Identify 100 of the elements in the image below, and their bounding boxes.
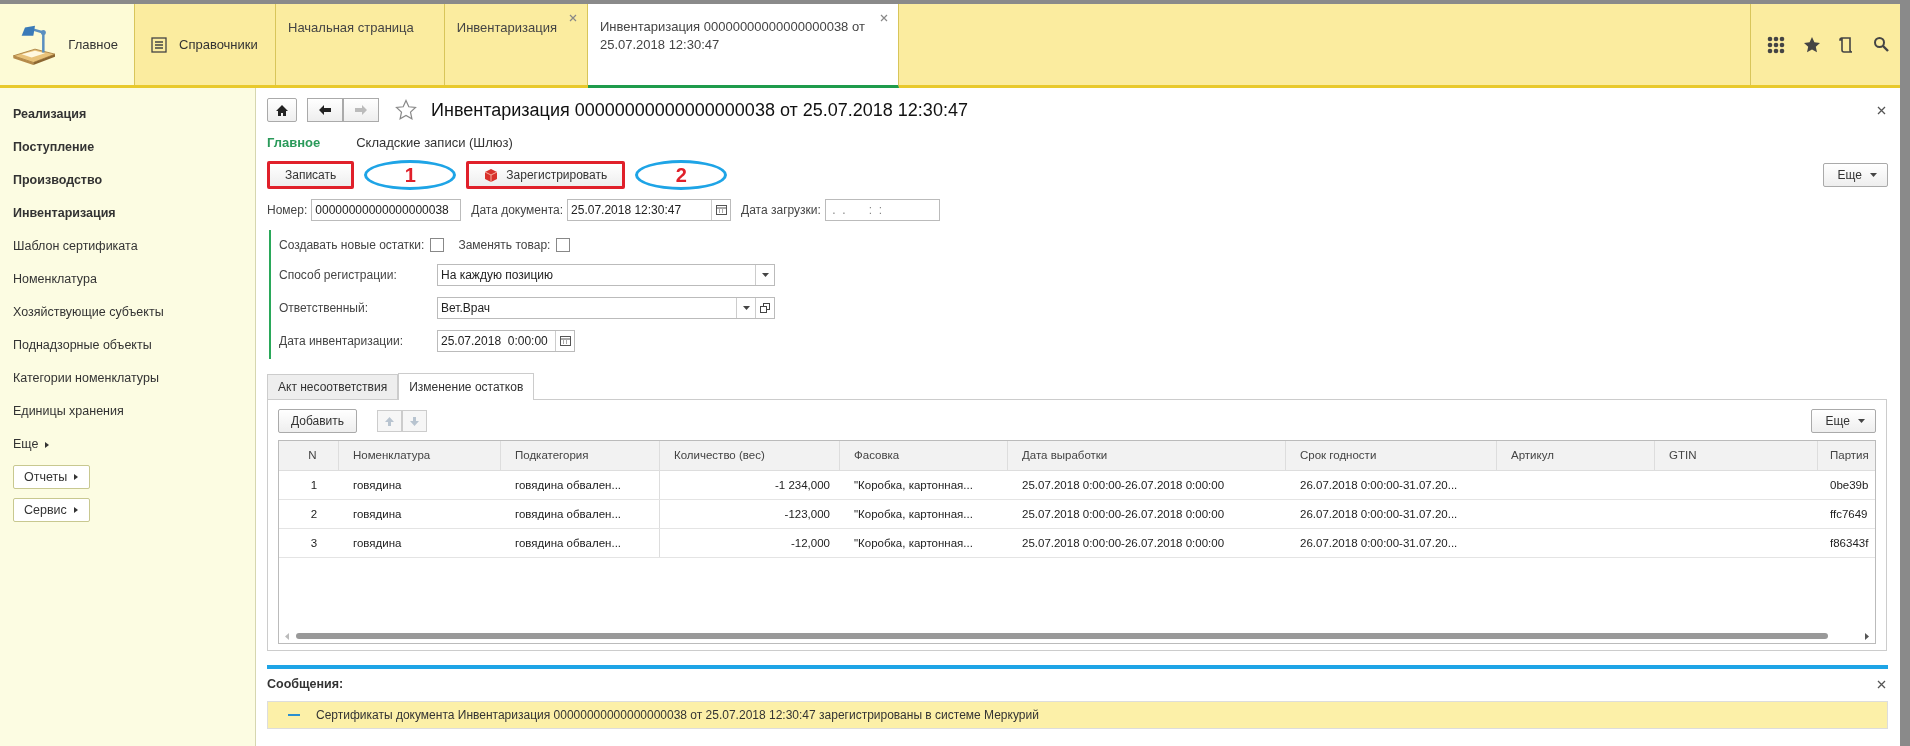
calendar-icon[interactable] xyxy=(559,335,571,346)
table-cell: "Коробка, картонная... xyxy=(854,479,973,491)
page-tab[interactable]: Изменение остатков xyxy=(398,373,535,400)
column-header[interactable]: Количество (вес) xyxy=(660,441,840,470)
column-header[interactable]: Артикул xyxy=(1497,441,1655,470)
document-tab[interactable]: Начальная страница xyxy=(276,4,445,85)
dash-icon xyxy=(288,714,300,716)
more-link[interactable]: Еще xyxy=(0,428,51,461)
sidebar-link[interactable]: Поднадзорные объекты xyxy=(0,329,152,362)
left-arrow-icon xyxy=(318,104,332,116)
caret-icon[interactable] xyxy=(742,305,750,310)
message-text: Сертификаты документа Инвентаризация 00000000000000000038 от 25.07.2018 12:30:47 зарегистрированы в системе Меркурий xyxy=(316,708,1039,722)
table-cell: -123,000 xyxy=(784,508,830,520)
sidebar-section-link[interactable]: Реализация xyxy=(0,98,87,131)
table-cell: 1 xyxy=(310,479,318,491)
table-cell: 26.07.2018 0:00:00-31.07.20... xyxy=(1300,479,1458,491)
table-cell: "Коробка, картонная... xyxy=(854,537,973,549)
sidebar-link[interactable]: Номенклатура xyxy=(0,263,97,296)
section-label: Главное xyxy=(68,37,118,52)
command-button[interactable]: Зарегистрировать xyxy=(466,161,626,189)
more-button[interactable]: Еще xyxy=(1822,163,1888,187)
date-field[interactable]: 25.07.2018 12:30:47 xyxy=(567,199,732,221)
list-icon xyxy=(151,36,167,53)
form-title: Инвентаризация 00000000000000000038 от 25.07.2018 12:30:47 xyxy=(431,99,969,121)
triangle-icon xyxy=(73,473,80,481)
sidebar-link[interactable]: Хозяйствующие субъекты xyxy=(0,296,164,329)
up-arrow-icon xyxy=(384,415,396,427)
column-header[interactable]: Номенклатура xyxy=(339,441,501,470)
number-field[interactable]: 00000000000000000038 xyxy=(311,199,462,221)
callout-number: 1 xyxy=(364,160,457,190)
close-icon[interactable] xyxy=(879,14,888,22)
column-header[interactable]: Партия xyxy=(1818,441,1875,470)
document-tab[interactable]: Инвентаризация 00000000000000000038 от 25.07.2018 12:30:47 xyxy=(587,4,899,88)
tab-label: Инвентаризация xyxy=(456,20,557,35)
sidebar-link[interactable]: Категории номенклатуры xyxy=(0,362,159,395)
table-cell: говядина xyxy=(353,537,402,549)
close-icon[interactable] xyxy=(1877,105,1886,115)
sidebar-section-link[interactable]: Инвентаризация xyxy=(0,197,116,230)
table-cell: 26.07.2018 0:00:00-31.07.20... xyxy=(1300,537,1458,549)
form-section-link[interactable]: Складские записи (Шлюз) xyxy=(356,134,513,150)
sidebar-link[interactable]: Единицы хранения xyxy=(0,395,124,428)
column-header[interactable]: Срок годности xyxy=(1286,441,1497,470)
sidebar-section-link[interactable]: Производство xyxy=(0,164,103,197)
table-cell: 2 xyxy=(310,508,318,520)
star-outline-icon[interactable] xyxy=(395,99,417,121)
checkbox-label: Создавать новые остатки: xyxy=(279,238,425,252)
caret-icon xyxy=(1858,419,1865,423)
back-button[interactable] xyxy=(307,98,343,122)
table-cell: 26.07.2018 0:00:00-31.07.20... xyxy=(1300,508,1458,520)
triangle-icon xyxy=(72,506,79,514)
search-icon[interactable] xyxy=(1873,36,1890,53)
cube-icon xyxy=(484,167,499,183)
table-cell: 25.07.2018 0:00:00-26.07.2018 0:00:00 xyxy=(1022,479,1225,491)
table-cell: 3 xyxy=(310,537,318,549)
column-header[interactable]: Дата выработки xyxy=(1008,441,1286,470)
callout-number: 2 xyxy=(635,160,728,190)
open-window-icon[interactable] xyxy=(760,302,770,313)
column-header[interactable]: Подкатегория xyxy=(501,441,660,470)
section-button[interactable]: Справочники xyxy=(135,4,276,85)
page-tab[interactable]: Акт несоответствия xyxy=(267,374,399,399)
date-field[interactable]: 25.07.2018 0:00:00 xyxy=(437,329,575,352)
dropdown-field[interactable]: Вет.Врач xyxy=(437,296,775,319)
dropdown-field[interactable]: На каждую позицию xyxy=(437,263,775,286)
column-header[interactable]: Фасовка xyxy=(840,441,1008,470)
checkbox[interactable] xyxy=(430,238,445,252)
message-bar[interactable]: Сертификаты документа Инвентаризация 00000000000000000038 от 25.07.2018 12:30:47 зарегистрированы в системе Меркурий xyxy=(267,701,1888,729)
date-field[interactable]: . . : : xyxy=(824,199,940,221)
table-cell: -1 234,000 xyxy=(775,479,830,491)
checkbox[interactable] xyxy=(556,238,571,252)
calendar-icon[interactable] xyxy=(715,205,727,215)
sidebar-group-button[interactable]: Отчеты xyxy=(13,465,91,489)
command-button[interactable]: Записать xyxy=(267,161,355,189)
table-cell: 25.07.2018 0:00:00-26.07.2018 0:00:00 xyxy=(1022,508,1225,520)
close-icon[interactable] xyxy=(1877,679,1886,689)
table-cell: "Коробка, картонная... xyxy=(854,508,973,520)
table-cell: говядина обвален... xyxy=(515,537,622,549)
sidebar-link[interactable]: Шаблон сертификата xyxy=(0,230,138,263)
column-header[interactable]: GTIN xyxy=(1655,441,1818,470)
star-icon[interactable] xyxy=(1803,35,1821,54)
scroll-icon[interactable] xyxy=(1839,35,1855,54)
more-button[interactable]: Еще xyxy=(1810,409,1876,433)
add-button[interactable]: Добавить xyxy=(278,409,358,433)
scroll-right-icon[interactable] xyxy=(1864,632,1869,640)
sidebar-section-link[interactable]: Поступление xyxy=(0,131,95,164)
field-label: Ответственный: xyxy=(279,300,370,315)
tab-label: Инвентаризация 00000000000000000038 от 25.07.2018 12:30:47 xyxy=(599,18,866,54)
triangle-icon xyxy=(44,440,51,449)
table-cell: говядина обвален... xyxy=(515,508,622,520)
tab-label: Начальная страница xyxy=(288,20,414,35)
sidebar-group-button[interactable]: Сервис xyxy=(13,498,90,522)
field-label: Дата загрузки: xyxy=(741,203,821,217)
form-section-link[interactable]: Главное xyxy=(267,134,321,150)
document-tab[interactable]: Инвентаризация xyxy=(444,4,588,85)
home-button[interactable] xyxy=(267,98,297,122)
field-label: Дата инвентаризации: xyxy=(279,333,404,348)
section-button[interactable]: Главное xyxy=(0,4,135,85)
checkbox-label: Заменять товар: xyxy=(458,238,551,252)
caret-icon[interactable] xyxy=(761,272,769,277)
column-header[interactable]: N xyxy=(279,441,339,470)
apps-grid-icon[interactable] xyxy=(1767,35,1785,54)
